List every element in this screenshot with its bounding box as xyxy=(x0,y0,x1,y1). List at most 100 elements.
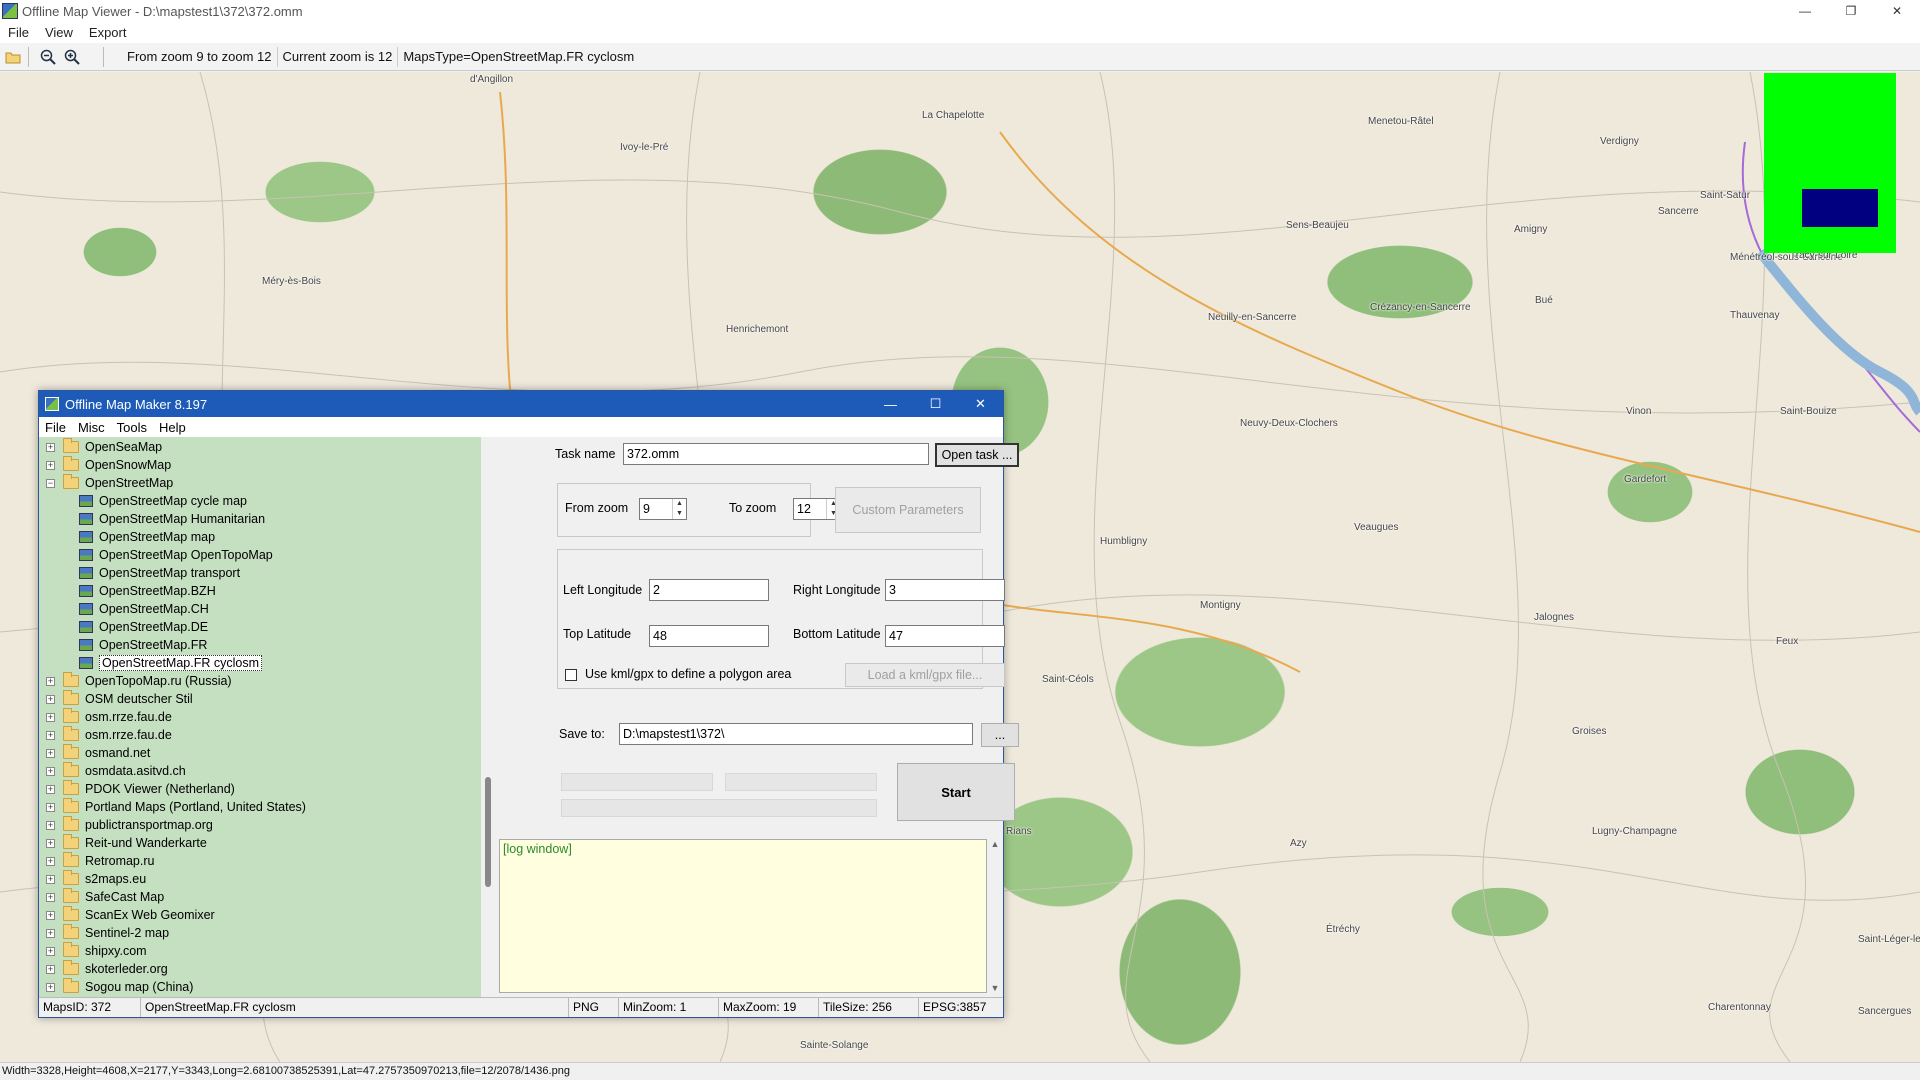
tree-folder-item[interactable]: + Portland Maps (Portland, United States) xyxy=(46,798,306,816)
expand-toggle-icon[interactable]: + xyxy=(46,964,55,974)
open-task-button[interactable]: Open task ... xyxy=(935,443,1019,467)
window-titlebar: Offline Map Viewer - D:\mapstest1\372\37… xyxy=(0,0,1920,22)
tree-folder-item[interactable]: + SafeCast Map xyxy=(46,888,164,906)
dialog-menu-tools[interactable]: Tools xyxy=(111,420,153,435)
map-source-tree[interactable]: + OpenSeaMap + OpenSnowMap − OpenStreetMap Ope… xyxy=(39,437,495,997)
restore-button[interactable]: ❐ xyxy=(1828,0,1874,22)
dialog-menu-help[interactable]: Help xyxy=(153,420,192,435)
right-longitude-input[interactable]: 3 xyxy=(885,579,1005,601)
save-to-input[interactable]: D:\mapstest1\372\ xyxy=(619,723,973,745)
tree-map-item[interactable]: OpenStreetMap transport xyxy=(79,564,240,582)
tree-folder-item[interactable]: + OpenTopoMap.ru (Russia) xyxy=(46,672,232,690)
tree-map-item[interactable]: OpenStreetMap Humanitarian xyxy=(79,510,265,528)
tree-folder-item[interactable]: + osmdata.asitvd.ch xyxy=(46,762,186,780)
spinner-arrows-icon[interactable]: ▲ ▼ xyxy=(672,499,686,519)
dialog-titlebar: Offline Map Maker 8.197 — ☐ ✕ xyxy=(39,391,1003,417)
tree-folder-item[interactable]: + Sogou map (China) xyxy=(46,978,193,996)
expand-toggle-icon[interactable]: + xyxy=(46,712,55,722)
expand-toggle-icon[interactable]: + xyxy=(46,766,55,776)
expand-toggle-icon[interactable]: + xyxy=(46,982,55,992)
left-longitude-input[interactable]: 2 xyxy=(649,579,769,601)
tree-folder-item[interactable]: + PDOK Viewer (Netherland) xyxy=(46,780,235,798)
zoom-in-button[interactable] xyxy=(61,46,83,68)
tree-folder-item[interactable]: + shipxy.com xyxy=(46,942,147,960)
tree-map-item[interactable]: OpenStreetMap.CH xyxy=(79,600,209,618)
tree-map-item[interactable]: OpenStreetMap.FR cyclosm xyxy=(79,654,262,672)
tree-folder-item[interactable]: + Sentinel-2 map xyxy=(46,924,169,942)
expand-toggle-icon[interactable]: + xyxy=(46,910,55,920)
log-window[interactable]: [log window] xyxy=(499,839,987,993)
dialog-close-button[interactable]: ✕ xyxy=(958,391,1003,417)
tree-folder-item[interactable]: + OpenSnowMap xyxy=(46,456,171,474)
tree-map-item[interactable]: OpenStreetMap.BZH xyxy=(79,582,216,600)
to-zoom-spinner[interactable]: 12 ▲ ▼ xyxy=(793,498,841,520)
expand-toggle-icon[interactable]: + xyxy=(46,802,55,812)
task-name-input[interactable]: 372.omm xyxy=(623,443,929,465)
expand-toggle-icon[interactable]: + xyxy=(46,748,55,758)
scroll-down-icon[interactable]: ▼ xyxy=(987,983,1003,993)
menu-view[interactable]: View xyxy=(37,25,81,40)
dialog-maximize-button[interactable]: ☐ xyxy=(913,391,958,417)
expand-toggle-icon[interactable]: − xyxy=(46,478,55,488)
tree-map-item[interactable]: OpenStreetMap map xyxy=(79,528,215,546)
kml-checkbox[interactable] xyxy=(565,669,577,681)
place-label: Thauvenay xyxy=(1730,310,1780,321)
tree-map-item[interactable]: OpenStreetMap OpenTopoMap xyxy=(79,546,273,564)
expand-toggle-icon[interactable]: + xyxy=(46,874,55,884)
dialog-menu-misc[interactable]: Misc xyxy=(72,420,111,435)
current-zoom-text: Current zoom is 12 xyxy=(276,46,398,67)
expand-toggle-icon[interactable]: + xyxy=(46,694,55,704)
load-kml-button[interactable]: Load a kml/gpx file... xyxy=(845,663,1005,687)
menu-file[interactable]: File xyxy=(0,25,37,40)
dialog-minimize-button[interactable]: — xyxy=(868,391,913,417)
from-zoom-spinner[interactable]: 9 ▲ ▼ xyxy=(639,498,687,520)
scroll-up-icon[interactable]: ▲ xyxy=(987,839,1003,849)
tree-folder-item[interactable]: + osmand.net xyxy=(46,744,150,762)
expand-toggle-icon[interactable]: + xyxy=(46,784,55,794)
browse-button[interactable]: ... xyxy=(981,723,1019,747)
tree-item-label: OpenStreetMap.BZH xyxy=(99,584,216,598)
tree-folder-item[interactable]: + osm.rrze.fau.de xyxy=(46,726,172,744)
tree-folder-item[interactable]: + s2maps.eu xyxy=(46,870,146,888)
tree-folder-item[interactable]: + osm.rrze.fau.de xyxy=(46,708,172,726)
expand-toggle-icon[interactable]: + xyxy=(46,442,55,452)
expand-toggle-icon[interactable]: + xyxy=(46,856,55,866)
expand-toggle-icon[interactable]: + xyxy=(46,838,55,848)
expand-toggle-icon[interactable]: + xyxy=(46,676,55,686)
tree-map-item[interactable]: OpenStreetMap.FR xyxy=(79,636,207,654)
open-folder-button[interactable] xyxy=(2,46,24,68)
tree-folder-item[interactable]: + skoterleder.org xyxy=(46,960,168,978)
from-zoom-label: From zoom xyxy=(565,501,629,515)
bottom-latitude-input[interactable]: 47 xyxy=(885,625,1005,647)
top-latitude-input[interactable]: 48 xyxy=(649,625,769,647)
tree-folder-item[interactable]: + OpenSeaMap xyxy=(46,438,162,456)
dialog-menu-file[interactable]: File xyxy=(39,420,72,435)
place-label: Charentonnay xyxy=(1708,1002,1771,1013)
tree-folder-item[interactable]: + Reit-und Wanderkarte xyxy=(46,834,207,852)
expand-toggle-icon[interactable]: + xyxy=(46,460,55,470)
tree-map-item[interactable]: OpenStreetMap cycle map xyxy=(79,492,247,510)
start-button[interactable]: Start xyxy=(897,763,1015,821)
custom-parameters-button[interactable]: Custom Parameters xyxy=(835,487,981,533)
close-button[interactable]: ✕ xyxy=(1874,0,1920,22)
expand-toggle-icon[interactable]: + xyxy=(46,946,55,956)
expand-toggle-icon[interactable]: + xyxy=(46,730,55,740)
expand-toggle-icon[interactable]: + xyxy=(46,928,55,938)
tree-scrollbar[interactable] xyxy=(481,437,495,997)
tree-folder-item[interactable]: + OSM deutscher Stil xyxy=(46,690,193,708)
expand-toggle-icon[interactable]: + xyxy=(46,892,55,902)
tree-scroll-thumb[interactable] xyxy=(485,777,491,887)
zoom-out-button[interactable] xyxy=(37,46,59,68)
tree-folder-item[interactable]: + publictransportmap.org xyxy=(46,816,213,834)
minimize-button[interactable]: — xyxy=(1782,0,1828,22)
menu-export[interactable]: Export xyxy=(81,25,135,40)
tree-item-label: s2maps.eu xyxy=(85,872,147,886)
tree-map-item[interactable]: OpenStreetMap.DE xyxy=(79,618,208,636)
expand-toggle-icon[interactable]: + xyxy=(46,820,55,830)
overview-map[interactable] xyxy=(1764,73,1896,253)
place-label: Crézancy-en-Sancerre xyxy=(1370,302,1471,313)
tree-folder-item[interactable]: + ScanEx Web Geomixer xyxy=(46,906,215,924)
tree-folder-item[interactable]: − OpenStreetMap xyxy=(46,474,173,492)
tree-folder-item[interactable]: + Retromap.ru xyxy=(46,852,154,870)
log-scrollbar[interactable]: ▲ ▼ xyxy=(987,839,1003,993)
